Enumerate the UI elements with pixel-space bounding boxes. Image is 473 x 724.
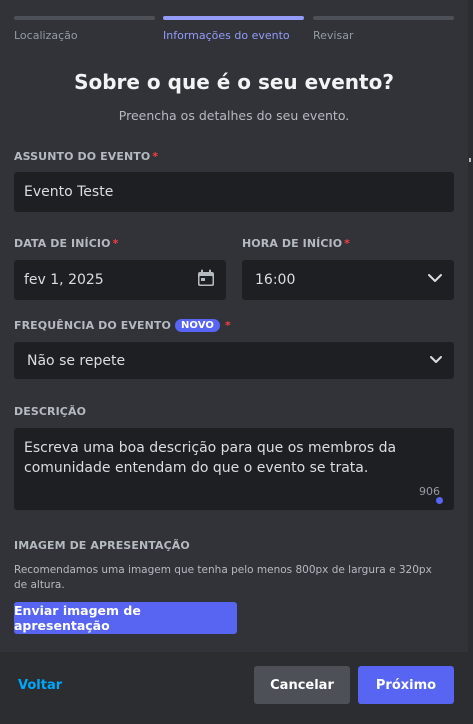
cancel-button[interactable]: Cancelar	[254, 666, 350, 704]
frequency-label-text: FREQUÊNCIA DO EVENTO	[14, 319, 171, 332]
required-mark: *	[152, 150, 159, 163]
cover-image-hint: Recomendamos uma imagem que tenha pelo m…	[14, 564, 432, 591]
start-time-label-text: HORA DE INÍCIO	[242, 237, 343, 250]
step-location[interactable]: Localização	[14, 16, 155, 42]
required-mark: *	[344, 237, 351, 250]
step-label: Revisar	[313, 29, 354, 42]
next-button[interactable]: Próximo	[358, 666, 454, 704]
description-textarea[interactable]: Escreva uma boa descrição para que os me…	[14, 428, 454, 510]
page-subtitle: Preencha os detalhes do seu evento.	[118, 108, 350, 123]
new-badge: NOVO	[174, 319, 221, 332]
start-date-label-text: DATA DE INÍCIO	[14, 237, 111, 250]
subject-label-text: ASSUNTO DO EVENTO	[14, 150, 151, 163]
resize-handle-icon[interactable]	[436, 497, 443, 504]
step-label: Localização	[14, 29, 78, 42]
step-review[interactable]: Revisar	[313, 16, 454, 42]
chevron-down-icon	[428, 351, 444, 371]
step-label: Informações do evento	[163, 29, 290, 42]
modal-footer: Voltar Cancelar Próximo	[0, 652, 468, 724]
step-event-info[interactable]: Informações do evento	[163, 16, 304, 42]
subject-label: ASSUNTO DO EVENTO *	[14, 150, 158, 163]
page-title: Sobre o que é o seu evento?	[74, 70, 394, 94]
subject-input[interactable]: Evento Teste	[14, 172, 454, 212]
frequency-value: Não se repete	[27, 352, 126, 369]
step-progress-bar	[313, 16, 454, 20]
description-placeholder: Escreva uma boa descrição para que os me…	[24, 440, 397, 476]
create-event-modal: Localização Informações do evento Revisa…	[0, 0, 468, 724]
frequency-label: FREQUÊNCIA DO EVENTO NOVO *	[14, 319, 231, 332]
start-time-label: HORA DE INÍCIO *	[242, 237, 350, 250]
edge-marker	[469, 158, 471, 162]
cover-image-label: IMAGEM DE APRESENTAÇÃO	[14, 539, 190, 552]
start-date-label: DATA DE INÍCIO *	[14, 237, 118, 250]
start-date-value: fev 1, 2025	[24, 272, 104, 288]
background-edge	[468, 0, 473, 724]
start-date-picker[interactable]: fev 1, 2025	[14, 260, 226, 300]
description-label: DESCRIÇÃO	[14, 405, 87, 418]
subject-value: Evento Teste	[24, 184, 114, 200]
back-button[interactable]: Voltar	[18, 678, 62, 693]
step-progress-bar	[14, 16, 155, 20]
required-mark: *	[225, 319, 231, 332]
frequency-select[interactable]: Não se repete	[14, 342, 454, 379]
upload-cover-image-button[interactable]: Enviar imagem de apresentação	[14, 602, 237, 634]
calendar-icon[interactable]	[196, 268, 216, 292]
start-time-value: 16:00	[255, 272, 296, 288]
chevron-down-icon	[426, 269, 444, 291]
required-mark: *	[112, 237, 119, 250]
step-progress-bar	[163, 16, 304, 20]
start-time-select[interactable]: 16:00	[242, 260, 454, 300]
